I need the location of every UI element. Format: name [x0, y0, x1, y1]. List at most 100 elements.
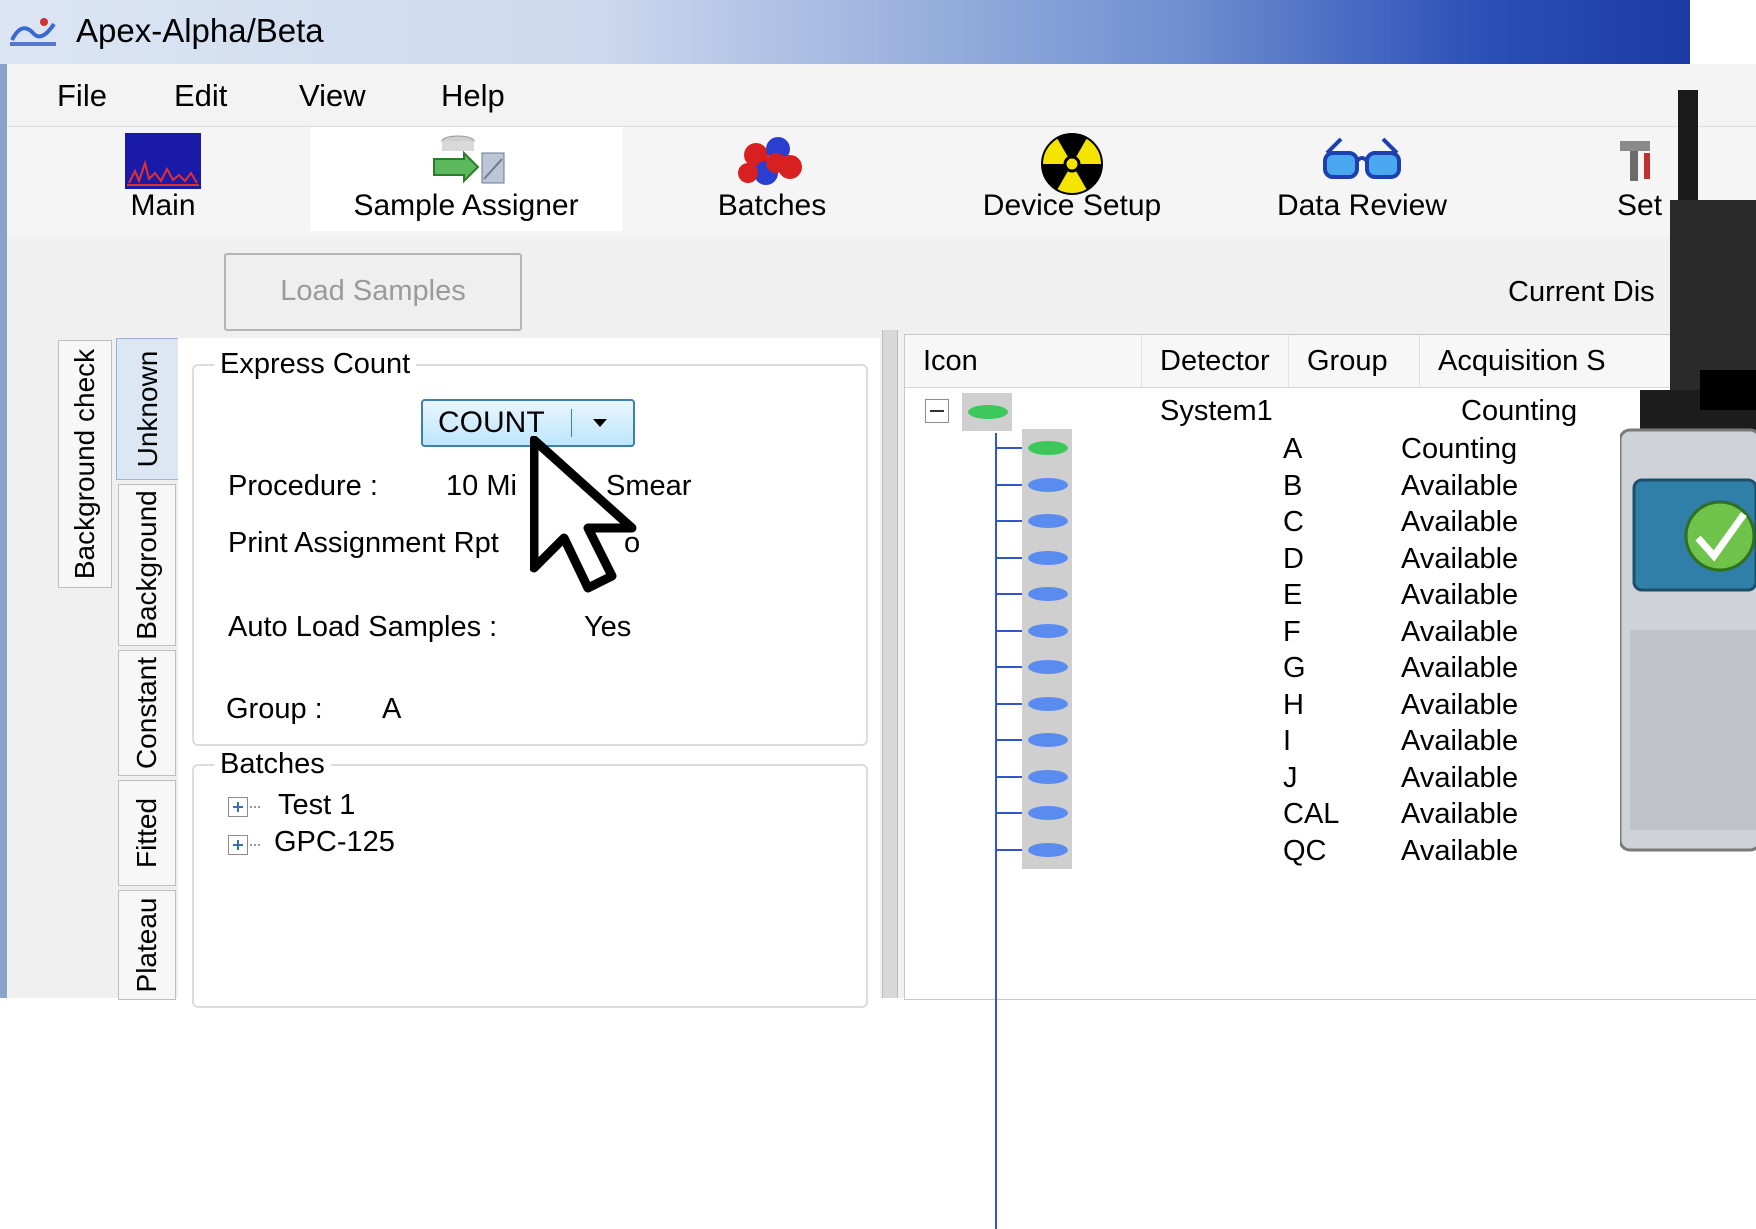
tree-connector: [995, 775, 1022, 778]
tab-plateau[interactable]: Plateau: [118, 890, 176, 1000]
toolbar-batches-label: Batches: [717, 189, 827, 222]
tab-unknown[interactable]: Unknown: [116, 338, 180, 480]
row-group[interactable]: QC: [1283, 835, 1327, 868]
tab-constant[interactable]: Constant: [118, 650, 176, 776]
row-group[interactable]: I: [1283, 725, 1291, 758]
row-group[interactable]: D: [1283, 543, 1304, 576]
detector-status-icon: [1022, 830, 1072, 869]
batch-item-test1[interactable]: Test 1: [278, 789, 355, 822]
procedure-value: 10 Mi: [446, 470, 517, 502]
detector-status-icon: [1022, 757, 1072, 796]
toolbar-main-label: Main: [130, 189, 196, 222]
procedure-label: Procedure :: [228, 470, 378, 502]
tree-connector: [995, 812, 1022, 814]
auto-load-label: Auto Load Samples :: [228, 611, 498, 643]
detector-status-icon: [1022, 611, 1072, 650]
toolbar-sample-assigner-label: Sample Assigner: [353, 189, 579, 222]
auto-load-value: Yes: [584, 611, 632, 643]
status-oval-icon: [1028, 623, 1068, 638]
row-group[interactable]: G: [1283, 652, 1306, 685]
tree-connector: [995, 556, 1022, 559]
menu-edit[interactable]: Edit: [174, 78, 227, 114]
row-status[interactable]: Counting: [1401, 433, 1517, 466]
toolbar-main-button[interactable]: Main: [107, 127, 219, 231]
status-oval-icon: [1028, 587, 1068, 601]
row-status[interactable]: Available: [1401, 652, 1518, 685]
group-value: A: [382, 693, 402, 725]
row-status[interactable]: Available: [1401, 835, 1518, 868]
menu-help[interactable]: Help: [441, 78, 505, 114]
menu-file[interactable]: File: [57, 78, 107, 114]
window-title: Apex-Alpha/Beta: [76, 12, 324, 49]
group-label: Group :: [226, 693, 323, 725]
status-oval-icon: [1028, 514, 1068, 528]
column-header-icon[interactable]: Icon: [905, 335, 1142, 388]
system-detector: System1: [1160, 395, 1273, 427]
status-oval-icon: [1028, 441, 1068, 455]
row-status[interactable]: Available: [1401, 725, 1518, 758]
detector-status-icon: [1022, 429, 1072, 467]
express-count-title: Express Count: [214, 348, 417, 381]
tree-connector: [995, 702, 1022, 705]
mouse-cursor-icon: [530, 436, 637, 593]
expand-test1-icon[interactable]: [228, 797, 248, 817]
row-status[interactable]: Available: [1401, 616, 1518, 649]
row-status[interactable]: Available: [1401, 543, 1518, 576]
detector-status-icon: [1022, 648, 1072, 686]
tree-connector: [995, 666, 1022, 668]
row-group[interactable]: F: [1283, 616, 1301, 649]
tab-background[interactable]: Background: [118, 484, 176, 646]
row-status[interactable]: Available: [1401, 798, 1518, 831]
detector-status-icon: [1022, 502, 1072, 540]
row-group[interactable]: CAL: [1283, 798, 1339, 831]
row-group[interactable]: B: [1283, 470, 1302, 503]
radiation-icon: [1041, 133, 1103, 195]
tree-connector: [995, 739, 1022, 741]
system-icon: [962, 393, 1012, 431]
row-group[interactable]: A: [1283, 433, 1302, 466]
collapse-system1-icon[interactable]: [925, 399, 949, 423]
chevron-down-icon[interactable]: [593, 419, 607, 427]
atom-cluster-icon: [738, 137, 802, 185]
tree-connector: [995, 483, 1022, 486]
detector-status-icon: [1022, 721, 1072, 759]
toolbar-device-setup-button[interactable]: Device Setup: [957, 127, 1187, 231]
detector-status-icon: [1022, 794, 1072, 832]
tree-connector: [995, 848, 1022, 851]
panel-splitter[interactable]: [882, 330, 898, 998]
spectrum-chart-icon: [125, 133, 201, 189]
status-oval-icon: [1028, 550, 1068, 565]
row-group[interactable]: H: [1283, 689, 1304, 722]
toolbar-sample-assigner-button[interactable]: Sample Assigner: [310, 127, 622, 231]
instrument-graphic: [1620, 90, 1756, 852]
row-group[interactable]: J: [1283, 762, 1298, 795]
status-oval-icon: [1028, 660, 1068, 674]
row-status[interactable]: Available: [1401, 762, 1518, 795]
row-status[interactable]: Available: [1401, 470, 1518, 503]
sample-assigner-icon: [433, 135, 505, 184]
detector-status-icon: [1022, 684, 1072, 723]
row-group[interactable]: C: [1283, 506, 1304, 539]
row-group[interactable]: E: [1283, 579, 1302, 612]
tree-connector: [995, 520, 1022, 522]
system-status: Counting: [1461, 395, 1578, 427]
tree-connector: [995, 447, 1022, 449]
column-header-detector[interactable]: Detector: [1142, 335, 1289, 388]
tree-line: [995, 433, 997, 1229]
toolbar-batches-button[interactable]: Batches: [697, 127, 847, 231]
row-status[interactable]: Available: [1401, 506, 1518, 539]
print-assignment-label: Print Assignment Rpt: [228, 527, 499, 559]
column-header-group[interactable]: Group: [1289, 335, 1420, 388]
status-oval-icon: [1028, 806, 1068, 820]
status-oval-icon: [1028, 733, 1068, 747]
title-bar: Apex-Alpha/Beta: [0, 0, 1690, 64]
toolbar-data-review-button[interactable]: Data Review: [1262, 127, 1462, 231]
tab-fitted[interactable]: Fitted: [118, 780, 176, 886]
menu-view[interactable]: View: [299, 78, 366, 114]
batch-item-gpc125[interactable]: GPC-125: [274, 826, 395, 859]
row-status[interactable]: Available: [1401, 579, 1518, 612]
tab-background-check[interactable]: Background check: [58, 340, 112, 588]
expand-gpc125-icon[interactable]: [228, 835, 248, 855]
row-status[interactable]: Available: [1401, 689, 1518, 722]
load-samples-button[interactable]: Load Samples: [224, 253, 522, 331]
